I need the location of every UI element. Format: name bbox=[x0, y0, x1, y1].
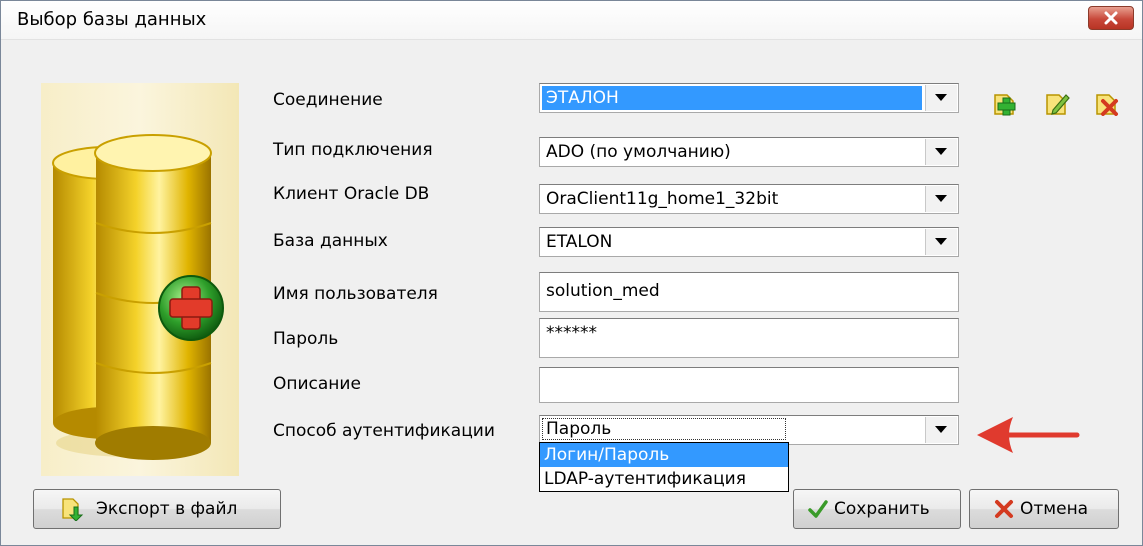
chevron-down-icon bbox=[935, 426, 947, 433]
auth-method-select[interactable]: Пароль bbox=[539, 415, 959, 445]
edit-connection-button[interactable] bbox=[1044, 90, 1070, 116]
edit-connection-icon bbox=[1046, 94, 1070, 115]
add-connection-icon bbox=[994, 94, 1016, 116]
connection-type-select[interactable]: ADO (по умолчанию) bbox=[539, 137, 959, 167]
database-value: ETALON bbox=[546, 232, 613, 252]
database-select[interactable]: ETALON bbox=[539, 227, 959, 257]
close-button[interactable] bbox=[1088, 6, 1134, 30]
checkmark-icon bbox=[808, 500, 828, 518]
database-label: База данных bbox=[273, 231, 388, 251]
database-selection-dialog: Выбор базы данных Соединение Тип подключ… bbox=[0, 0, 1143, 546]
connection-type-value: ADO (по умолчанию) bbox=[546, 142, 731, 162]
chevron-down-icon bbox=[935, 94, 947, 101]
auth-option-login-password[interactable]: Логин/Пароль bbox=[540, 443, 788, 467]
delete-connection-button[interactable] bbox=[1094, 90, 1120, 116]
export-file-icon bbox=[62, 498, 84, 521]
connection-select[interactable]: ЭТАЛОН bbox=[539, 83, 959, 113]
oracle-client-label: Клиент Oracle DB bbox=[273, 184, 430, 204]
connection-label: Соединение bbox=[273, 90, 383, 110]
connection-dropdown-button[interactable] bbox=[925, 85, 957, 111]
cancel-button[interactable]: Отмена bbox=[969, 489, 1119, 529]
oracle-client-select[interactable]: OraClient11g_home1_32bit bbox=[539, 184, 959, 214]
window-title: Выбор базы данных bbox=[17, 9, 207, 30]
close-icon bbox=[1104, 11, 1118, 25]
password-input[interactable]: ****** bbox=[539, 318, 959, 358]
database-add-icon bbox=[52, 134, 224, 460]
delete-connection-icon bbox=[1096, 94, 1118, 116]
save-button[interactable]: Сохранить bbox=[793, 489, 961, 529]
auth-method-dropdown-button[interactable] bbox=[925, 417, 957, 443]
export-to-file-button[interactable]: Экспорт в файл bbox=[33, 489, 281, 529]
description-label: Описание bbox=[273, 374, 361, 394]
chevron-down-icon bbox=[935, 148, 947, 155]
connection-type-label: Тип подключения bbox=[273, 140, 433, 160]
chevron-down-icon bbox=[935, 238, 947, 245]
database-dropdown-button[interactable] bbox=[925, 229, 957, 255]
username-input[interactable]: solution_med bbox=[539, 272, 959, 312]
cancel-button-label: Отмена bbox=[1020, 499, 1089, 519]
auth-method-label: Способ аутентификации bbox=[273, 421, 495, 441]
title-bar: Выбор базы данных bbox=[1, 1, 1142, 40]
password-label: Пароль bbox=[273, 329, 339, 349]
oracle-client-value: OraClient11g_home1_32bit bbox=[546, 189, 779, 209]
connection-value: ЭТАЛОН bbox=[546, 88, 619, 108]
description-input[interactable] bbox=[539, 367, 959, 403]
auth-method-value: Пароль bbox=[546, 419, 612, 439]
username-label: Имя пользователя bbox=[273, 284, 438, 304]
auth-option-ldap[interactable]: LDAP-аутентификация bbox=[540, 467, 788, 491]
annotation-arrow-icon bbox=[977, 417, 1080, 453]
oracle-client-dropdown-button[interactable] bbox=[925, 186, 957, 212]
auth-method-options-list: Логин/Пароль LDAP-аутентификация bbox=[539, 442, 789, 492]
chevron-down-icon bbox=[935, 195, 947, 202]
database-illustration bbox=[41, 83, 239, 476]
cancel-icon bbox=[995, 500, 1013, 518]
password-value: ****** bbox=[546, 323, 597, 343]
add-connection-button[interactable] bbox=[992, 90, 1018, 116]
connection-type-dropdown-button[interactable] bbox=[925, 139, 957, 165]
username-value: solution_med bbox=[546, 281, 660, 301]
save-button-label: Сохранить bbox=[834, 499, 930, 519]
export-button-label: Экспорт в файл bbox=[96, 499, 238, 519]
